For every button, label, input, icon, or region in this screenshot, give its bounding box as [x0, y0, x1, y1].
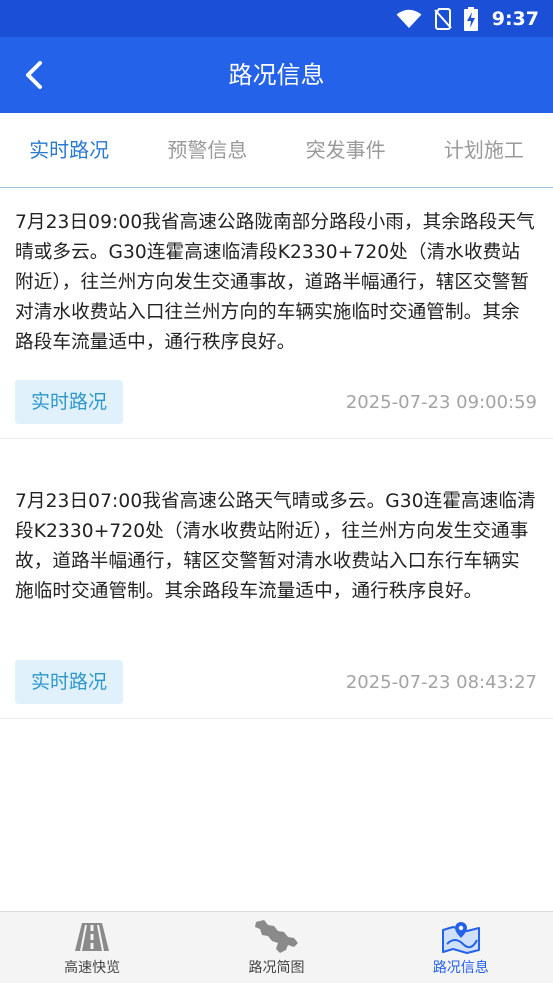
app-header: 路况信息	[0, 37, 553, 113]
no-sim-icon	[433, 7, 452, 30]
list-item[interactable]: 7月23日07:00我省高速公路天气晴或多云。G30连霍高速临清段K2330+7…	[0, 439, 553, 719]
tab-bar: 实时路况 预警信息 突发事件 计划施工	[0, 113, 553, 188]
tab-planned-construction[interactable]: 计划施工	[415, 113, 553, 187]
news-list: 7月23日09:00我省高速公路陇南部分路段小雨，其余路段天气晴或多云。G30连…	[0, 188, 553, 719]
wifi-icon	[396, 9, 422, 28]
page-title: 路况信息	[228, 61, 325, 89]
bottom-nav: 高速快览 路况简图 路况信息	[0, 911, 553, 983]
news-text: 7月23日07:00我省高速公路天气晴或多云。G30连霍高速临清段K2330+7…	[15, 491, 536, 602]
battery-charging-icon	[463, 6, 478, 31]
news-text: 7月23日09:00我省高速公路陇南部分路段小雨，其余路段天气晴或多云。G30连…	[15, 212, 535, 353]
category-tag[interactable]: 实时路况	[15, 380, 124, 424]
news-meta: 实时路况 2025-07-23 08:43:27	[15, 660, 537, 704]
nav-label: 路况信息	[432, 959, 489, 976]
tab-emergency-events[interactable]: 突发事件	[277, 113, 415, 187]
nav-road-info[interactable]: 路况信息	[369, 912, 553, 983]
back-button[interactable]	[10, 51, 58, 99]
nav-label: 高速快览	[64, 959, 121, 976]
chevron-left-icon	[26, 61, 42, 89]
tab-warning-info[interactable]: 预警信息	[138, 113, 276, 187]
road-info-map-icon	[441, 921, 480, 954]
list-item[interactable]: 7月23日09:00我省高速公路陇南部分路段小雨，其余路段天气晴或多云。G30连…	[0, 188, 553, 439]
news-meta: 实时路况 2025-07-23 09:00:59	[15, 380, 537, 424]
news-timestamp: 2025-07-23 09:00:59	[345, 391, 537, 413]
nav-label: 路况简图	[248, 959, 305, 976]
nav-highway-overview[interactable]: 高速快览	[0, 912, 184, 983]
tab-realtime-traffic[interactable]: 实时路况	[0, 113, 138, 187]
province-map-icon	[255, 919, 299, 953]
nav-traffic-map[interactable]: 路况简图	[184, 912, 368, 983]
status-bar: 9:37	[0, 0, 553, 37]
status-time: 9:37	[491, 7, 539, 30]
highway-icon	[75, 922, 110, 951]
news-timestamp: 2025-07-23 08:43:27	[345, 671, 537, 693]
category-tag[interactable]: 实时路况	[15, 660, 124, 704]
